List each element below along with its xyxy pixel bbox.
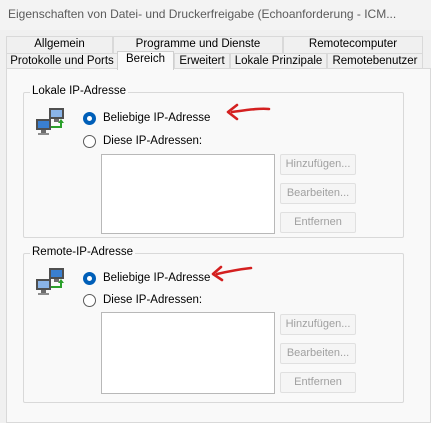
local-these-ip-label: Diese IP-Adressen:	[103, 135, 203, 147]
local-any-ip-label: Beliebige IP-Adresse	[103, 112, 211, 124]
network-computers-icon	[36, 108, 64, 135]
local-these-ip-option[interactable]: Diese IP-Adressen:	[83, 133, 202, 149]
network-computers-icon	[36, 268, 64, 295]
tab-row-back: Allgemein Programme und Dienste Remoteco…	[0, 36, 431, 53]
tab-remotecomputer[interactable]: Remotecomputer	[283, 36, 423, 53]
annotation-arrow-local	[226, 103, 271, 121]
local-add-button[interactable]: Hinzufügen...	[280, 154, 356, 175]
local-edit-button[interactable]: Bearbeiten...	[280, 183, 356, 204]
tab-panel-bereich: Lokale IP-Adresse Beliebige IP-Adresse D…	[6, 68, 431, 423]
remote-any-ip-option[interactable]: Beliebige IP-Adresse	[83, 270, 210, 286]
annotation-arrow-remote	[211, 265, 253, 282]
tab-bereich[interactable]: Bereich	[117, 51, 174, 70]
remote-ip-list[interactable]	[101, 312, 275, 394]
local-ip-group-title: Lokale IP-Adresse	[30, 85, 128, 97]
remote-these-ip-option[interactable]: Diese IP-Adressen:	[83, 292, 202, 308]
remote-any-ip-label: Beliebige IP-Adresse	[103, 272, 211, 284]
local-ip-group: Lokale IP-Adresse Beliebige IP-Adresse D…	[23, 85, 404, 238]
remote-these-ip-radio[interactable]	[83, 293, 96, 307]
remote-ip-group-title: Remote-IP-Adresse	[30, 246, 135, 258]
local-these-ip-radio[interactable]	[83, 134, 96, 148]
local-any-ip-option[interactable]: Beliebige IP-Adresse	[83, 110, 210, 126]
remote-edit-button[interactable]: Bearbeiten...	[280, 343, 356, 364]
remote-add-button[interactable]: Hinzufügen...	[280, 314, 356, 335]
remote-any-ip-radio[interactable]	[83, 271, 96, 285]
local-remove-button[interactable]: Entfernen	[280, 212, 356, 233]
tab-allgemein[interactable]: Allgemein	[6, 36, 113, 53]
remote-remove-button[interactable]: Entfernen	[280, 372, 356, 393]
window-title: Eigenschaften von Datei- und Druckerfrei…	[0, 0, 431, 30]
local-any-ip-radio[interactable]	[83, 111, 96, 125]
local-ip-list[interactable]	[101, 154, 275, 234]
remote-these-ip-label: Diese IP-Adressen:	[103, 294, 203, 306]
